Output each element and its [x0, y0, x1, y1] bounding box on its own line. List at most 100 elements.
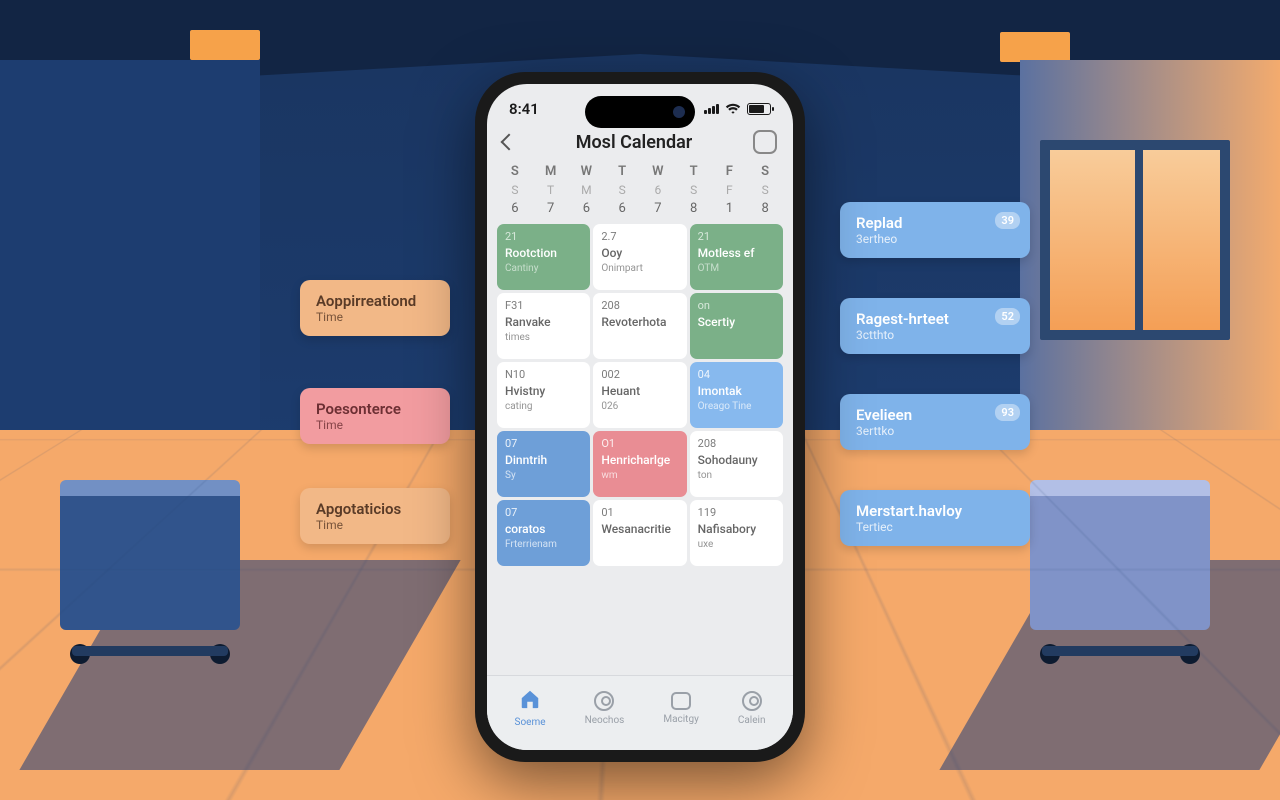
weekday-label: W: [569, 164, 605, 179]
callout-title: Evelieen: [856, 406, 912, 424]
event-cell[interactable]: 01 Wesanacritie: [593, 500, 686, 566]
event-sub: times: [505, 331, 582, 344]
event-cell[interactable]: 21 Motless ef OTM: [690, 224, 783, 290]
callout-card[interactable]: Ragest-hrteet 3ctthto 52: [840, 298, 1030, 354]
event-sub: 026: [601, 400, 678, 413]
callout-sub: 3ctthto: [856, 328, 1014, 342]
event-date: 04: [698, 368, 775, 382]
callout-badge: 39: [995, 212, 1020, 229]
event-title: Dinntrih: [505, 453, 582, 469]
weekday-sub: S: [676, 183, 712, 197]
weekday-label: T: [604, 164, 640, 179]
event-cell[interactable]: 21 Rootction Cantiny: [497, 224, 590, 290]
back-button[interactable]: [501, 134, 518, 151]
event-cell[interactable]: 2.7 Ooy Onimpart: [593, 224, 686, 290]
event-date: 01: [601, 506, 678, 520]
weekday-label: S: [747, 164, 783, 179]
status-time: 8:41: [509, 100, 539, 118]
event-sub: OTM: [698, 262, 775, 275]
event-date: 07: [505, 437, 582, 451]
event-title: Sohodauny: [698, 453, 775, 469]
event-date: 208: [698, 437, 775, 451]
callout-sub: Tertiec: [856, 520, 1014, 534]
event-cell[interactable]: 119 Nafisabory uxe: [690, 500, 783, 566]
event-cell[interactable]: 208 Sohodauny ton: [690, 431, 783, 497]
event-date: F31: [505, 299, 582, 313]
weekday-sub: S: [604, 183, 640, 197]
event-cell[interactable]: N10 Hvistny cating: [497, 362, 590, 428]
event-date: 208: [601, 299, 678, 313]
event-title: Nafisabory: [698, 522, 775, 538]
tab-icon: [742, 691, 762, 711]
event-sub: wm: [601, 469, 678, 482]
weekday-sub: F: [712, 183, 748, 197]
event-cell[interactable]: 07 Dinntrih Sy: [497, 431, 590, 497]
date-number[interactable]: 6: [604, 201, 640, 216]
event-date: O1: [601, 437, 678, 451]
event-sub: cating: [505, 400, 582, 413]
callout-card[interactable]: Evelieen 3erttko 93: [840, 394, 1030, 450]
weekday-label: T: [676, 164, 712, 179]
callout-title: Apgotaticios: [316, 500, 401, 518]
date-number[interactable]: 6: [569, 201, 605, 216]
callout-sub: Time: [316, 418, 434, 432]
wifi-icon: [725, 103, 741, 115]
tab-calein[interactable]: Calein: [738, 691, 766, 726]
event-title: Heuant: [601, 384, 678, 400]
callout-sub: Time: [316, 518, 434, 532]
battery-icon: [747, 103, 771, 115]
callout-title: Ragest-hrteet: [856, 310, 949, 328]
date-number[interactable]: 7: [533, 201, 569, 216]
event-cell[interactable]: F31 Ranvake times: [497, 293, 590, 359]
event-date: 002: [601, 368, 678, 382]
event-date: N10: [505, 368, 582, 382]
cellular-icon: [704, 104, 719, 114]
event-title: Motless ef: [698, 246, 775, 262]
phone-screen: 8:41 Mosl Calendar SMWTWTFSSTMS6SFS 6766…: [487, 84, 793, 750]
event-cell[interactable]: 04 Imontak Oreago Tine: [690, 362, 783, 428]
date-number[interactable]: 8: [676, 201, 712, 216]
event-cell[interactable]: 002 Heuant 026: [593, 362, 686, 428]
weekday-label: F: [712, 164, 748, 179]
event-grid[interactable]: 21 Rootction Cantiny2.7 Ooy Onimpart21 M…: [487, 222, 793, 675]
event-cell[interactable]: 07 coratos Frterrienam: [497, 500, 590, 566]
event-cell[interactable]: on Scertiy: [690, 293, 783, 359]
event-title: coratos: [505, 522, 582, 538]
weekday-sub: S: [497, 183, 533, 197]
tab-neochos[interactable]: Neochos: [585, 691, 625, 726]
date-number[interactable]: 8: [747, 201, 783, 216]
callout-card[interactable]: Merstart.havloy Tertiec: [840, 490, 1030, 546]
callout-sub: 3ertheo: [856, 232, 1014, 246]
tab-icon: [519, 688, 541, 713]
event-title: Hvistny: [505, 384, 582, 400]
callout-card[interactable]: Apgotaticios Time: [300, 488, 450, 544]
callout-card[interactable]: Replad 3ertheo 39: [840, 202, 1030, 258]
callout-title: Merstart.havloy: [856, 502, 962, 520]
tab-soeme[interactable]: Soeme: [515, 688, 546, 728]
tab-icon: [671, 692, 691, 710]
event-cell[interactable]: 208 Revoterhota: [593, 293, 686, 359]
event-cell[interactable]: O1 Henricharlge wm: [593, 431, 686, 497]
event-title: Ranvake: [505, 315, 582, 331]
event-sub: ton: [698, 469, 775, 482]
date-number[interactable]: 7: [640, 201, 676, 216]
callout-badge: 93: [995, 404, 1020, 421]
weekday-label: M: [533, 164, 569, 179]
weekday-sub: M: [569, 183, 605, 197]
weekday-sub: 6: [640, 183, 676, 197]
date-number[interactable]: 6: [497, 201, 533, 216]
weekday-header: SMWTWTFSSTMS6SFS: [487, 164, 793, 197]
tab-macitgy[interactable]: Macitgy: [663, 692, 698, 725]
nav-action-button[interactable]: [753, 130, 777, 154]
callout-sub: 3erttko: [856, 424, 1014, 438]
event-date: on: [698, 299, 775, 313]
event-title: Ooy: [601, 246, 678, 262]
date-number[interactable]: 1: [712, 201, 748, 216]
dynamic-island: [585, 96, 695, 128]
weekday-sub: T: [533, 183, 569, 197]
tab-bar: Soeme Neochos Macitgy Calein: [487, 675, 793, 750]
weekday-label: S: [497, 164, 533, 179]
event-sub: Frterrienam: [505, 538, 582, 551]
callout-card[interactable]: Aoppirreationd Time: [300, 280, 450, 336]
callout-card[interactable]: Poesonterce Time: [300, 388, 450, 444]
